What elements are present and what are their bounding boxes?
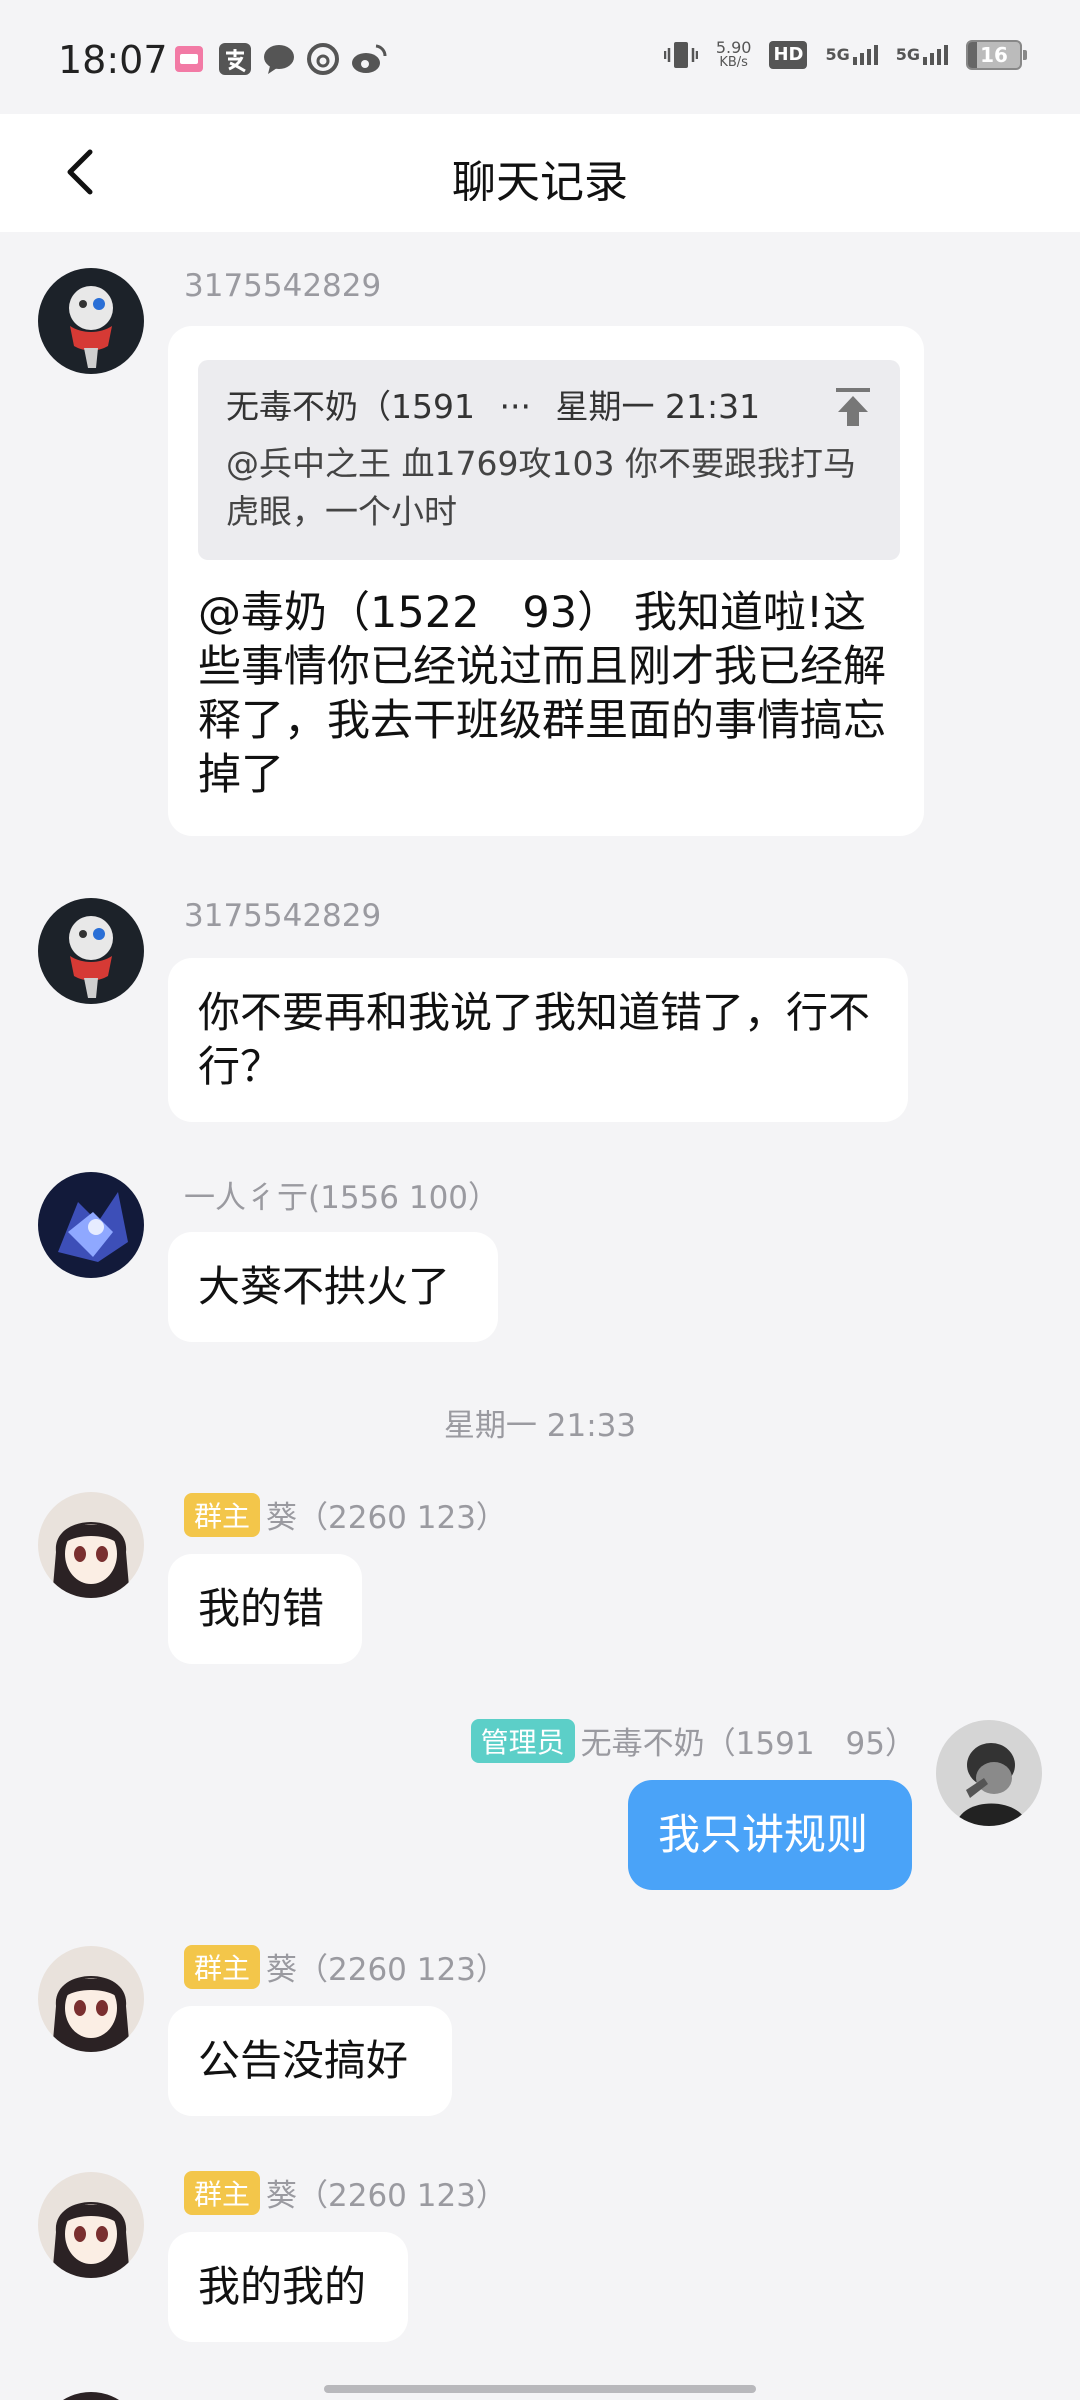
avatar[interactable] <box>38 2392 144 2400</box>
sender-name: 无毒不奶（1591 95） <box>580 1726 916 1762</box>
battery-level: 16 <box>980 43 1008 67</box>
weibo-icon <box>352 44 387 73</box>
message-bubble[interactable]: 你不要再和我说了我知道错了，行不行？ <box>168 958 908 1122</box>
avatar[interactable] <box>38 1172 144 1278</box>
quoted-message[interactable]: 无毒不奶（1591 ··· 星期一 21:31 @兵中之王 血1769攻103 … <box>198 360 900 560</box>
sender-name: 葵（2260 123） <box>266 1500 507 1536</box>
sender-name: 葵（2260 123） <box>266 1952 507 1988</box>
alipay-icon <box>219 43 251 75</box>
message-bubble[interactable]: 我的错 <box>168 1554 362 1664</box>
status-right-group: 5.90 KB/s HD 5G 5G 16 <box>663 38 1027 72</box>
sender-name: 3175542829 <box>184 268 382 304</box>
battery-icon: 16 <box>966 40 1027 70</box>
sender-line: 管理员 无毒不奶（1591 95） <box>470 1718 916 1763</box>
message-text: 大葵不拱火了 <box>198 1262 451 1311</box>
quote-author: 无毒不奶（1591 <box>226 387 475 426</box>
chat-icon <box>264 45 294 74</box>
owner-badge: 群主 <box>184 1493 261 1537</box>
quote-text: @兵中之王 血1769攻103 你不要跟我打马虎眼，一个小时 <box>226 444 856 531</box>
avatar[interactable] <box>936 1720 1042 1826</box>
avatar[interactable] <box>38 1946 144 2052</box>
sender-line: 群主 葵（2260 123） <box>184 1492 507 1537</box>
app-pink-icon <box>175 46 203 72</box>
vibrate-icon <box>663 42 698 68</box>
status-time: 18:07 <box>58 38 168 82</box>
chat-timestamp: 星期一 21:33 <box>443 1408 637 1444</box>
owner-badge: 群主 <box>184 2171 261 2215</box>
message-text: 公告没搞好 <box>198 2036 409 2085</box>
sender-name: 3175542829 <box>184 898 382 934</box>
signal-icon-2: 5G <box>896 45 948 65</box>
message-text: 我的错 <box>198 1584 325 1633</box>
jump-to-top-icon[interactable] <box>834 386 872 428</box>
message-text: 我只讲规则 <box>658 1810 869 1859</box>
admin-badge: 管理员 <box>470 1719 575 1763</box>
net-speed: 5.90 KB/s <box>715 38 752 71</box>
avatar[interactable] <box>38 1492 144 1598</box>
message-bubble[interactable]: 公告没搞好 <box>168 2006 452 2116</box>
message-bubble[interactable]: 大葵不拱火了 <box>168 1232 498 1342</box>
message-bubble-self[interactable]: 我只讲规则 <box>628 1780 912 1890</box>
navigation-bar: 聊天记录 <box>0 114 1080 232</box>
status-bar: 18:07 5.90 KB/s HD 5G 5G 16 <box>0 0 1080 114</box>
sender-line: 群主 葵（2260 123） <box>184 1944 507 1989</box>
sender-line: 群主 葵（2260 123） <box>184 2170 507 2215</box>
sender-name: 一人彳亍(1556 100） <box>184 1180 500 1216</box>
message-text: @毒奶（1522 93） 我知道啦!这些事情你已经说过而且刚才我已经解释了，我去… <box>198 588 886 800</box>
quote-ellipsis: ··· <box>499 387 531 426</box>
page-title: 聊天记录 <box>452 157 628 208</box>
owner-badge: 群主 <box>184 1945 261 1989</box>
netease-music-icon <box>307 43 339 75</box>
home-indicator[interactable] <box>324 2385 756 2393</box>
chat-history-page: 18:07 5.90 KB/s HD 5G 5G 16 聊天记录 3175542… <box>0 0 1080 2400</box>
sender-name: 葵（2260 123） <box>266 2178 507 2214</box>
avatar[interactable] <box>38 268 144 374</box>
signal-icon: 5G <box>825 45 878 65</box>
net-speed-value: 5.90 <box>715 38 752 57</box>
net-speed-unit: KB/s <box>719 55 748 70</box>
message-text: 我的我的 <box>198 2262 367 2311</box>
quote-time: 星期一 21:31 <box>555 387 761 426</box>
avatar[interactable] <box>38 2172 144 2278</box>
avatar[interactable] <box>38 898 144 1004</box>
hd-icon: HD <box>769 41 808 69</box>
message-bubble[interactable]: 无毒不奶（1591 ··· 星期一 21:31 @兵中之王 血1769攻103 … <box>168 326 924 836</box>
quote-header: 无毒不奶（1591 ··· 星期一 21:31 <box>226 386 872 428</box>
message-bubble[interactable]: 我的我的 <box>168 2232 408 2342</box>
message-text: 你不要再和我说了我知道错了，行不行？ <box>198 988 871 1091</box>
